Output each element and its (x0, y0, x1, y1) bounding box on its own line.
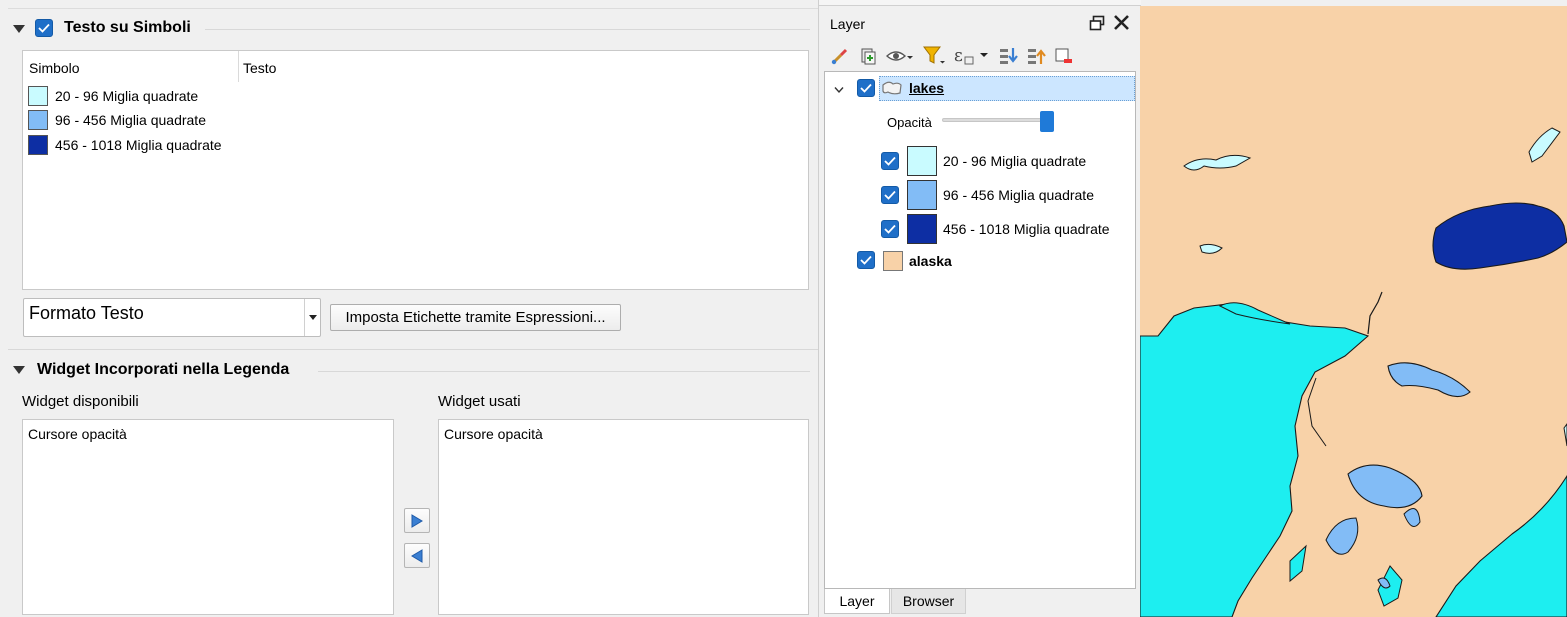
chevron-down-icon (834, 87, 844, 94)
section-divider (8, 349, 818, 350)
filter-expression-button[interactable]: ε (953, 45, 991, 67)
visibility-menu-button[interactable] (885, 45, 915, 67)
expression-icon: ε (954, 46, 988, 66)
expand-all-icon (1000, 48, 1018, 64)
float-dock-button[interactable] (1089, 15, 1105, 34)
symbol-text-table[interactable]: Simbolo Testo 20 - 96 Miglia quadrate 96… (22, 50, 809, 290)
used-widgets-label: Widget usati (438, 393, 521, 410)
list-item[interactable]: Cursore opacità (28, 426, 127, 442)
collapse-arrow-icon[interactable] (13, 366, 25, 374)
map-render (1140, 6, 1567, 617)
opacity-slider-handle[interactable] (1040, 111, 1054, 132)
collapse-all-icon (1028, 49, 1046, 64)
check-icon (38, 23, 50, 33)
remove-layer-button[interactable] (1053, 45, 1075, 67)
layer-visibility-checkbox[interactable] (857, 251, 875, 269)
collapse-arrow-icon[interactable] (13, 25, 25, 33)
expand-toggle[interactable] (834, 81, 844, 97)
table-row[interactable]: 96 - 456 Miglia quadrate (28, 109, 206, 131)
available-widgets-list[interactable]: Cursore opacità (22, 419, 394, 615)
row-label: 456 - 1018 Miglia quadrate (55, 137, 222, 153)
close-icon (1114, 15, 1129, 30)
style-manager-button[interactable] (829, 45, 851, 67)
remove-layer-icon (1055, 48, 1072, 63)
layer-toolbar: ε (829, 45, 1075, 67)
filter-legend-button[interactable] (921, 45, 947, 67)
combo-divider (304, 299, 305, 336)
svg-text:ε: ε (954, 46, 963, 66)
layer-tree[interactable]: lakes Opacità 20 - 96 Miglia quadrate 96… (824, 71, 1136, 589)
column-header-text[interactable]: Testo (243, 60, 276, 76)
close-dock-button[interactable] (1113, 14, 1130, 34)
top-divider (8, 0, 818, 9)
opacity-label: Opacità (887, 115, 932, 130)
column-header-symbol[interactable]: Simbolo (29, 60, 80, 76)
table-row[interactable]: 20 - 96 Miglia quadrate (28, 85, 198, 107)
check-icon (884, 156, 896, 166)
legend-class-label[interactable]: 96 - 456 Miglia quadrate (943, 187, 1094, 203)
dock-top-border (819, 0, 1141, 6)
check-icon (884, 224, 896, 234)
row-label: 96 - 456 Miglia quadrate (55, 112, 206, 128)
section-title-symbol-text: Testo su Simboli (64, 19, 191, 36)
symbol-swatch (28, 110, 48, 130)
check-icon (860, 83, 872, 93)
collapse-all-button[interactable] (1025, 45, 1047, 67)
list-item[interactable]: Cursore opacità (444, 426, 543, 442)
combo-value: Formato Testo (29, 303, 144, 323)
layer-name-lakes[interactable]: lakes (909, 80, 944, 96)
symbol-text-checkbox[interactable] (35, 19, 53, 37)
legend-swatch (907, 180, 937, 210)
paint-brush-icon (831, 48, 848, 65)
class-checkbox[interactable] (881, 186, 899, 204)
add-group-icon (861, 48, 876, 65)
section-rule (205, 29, 810, 30)
map-canvas[interactable] (1140, 6, 1567, 617)
check-icon (860, 255, 872, 265)
layer-properties-panel: Testo su Simboli Simbolo Testo 20 - 96 M… (0, 0, 818, 617)
tab-browser[interactable]: Browser (891, 589, 966, 614)
class-checkbox[interactable] (881, 220, 899, 238)
legend-class-label[interactable]: 20 - 96 Miglia quadrate (943, 153, 1086, 169)
layer-name-alaska[interactable]: alaska (909, 253, 952, 269)
section-title-widgets: Widget Incorporati nella Legenda (37, 361, 290, 378)
row-label: 20 - 96 Miglia quadrate (55, 88, 199, 104)
layer-visibility-checkbox[interactable] (857, 79, 875, 97)
symbol-swatch (28, 135, 48, 155)
text-format-combo[interactable]: Formato Testo (23, 298, 321, 337)
dock-title: Layer (830, 16, 866, 32)
filter-icon (923, 46, 945, 64)
section-rule (318, 371, 810, 372)
legend-swatch (907, 214, 937, 244)
column-divider (238, 51, 239, 82)
legend-class-label[interactable]: 456 - 1018 Miglia quadrate (943, 221, 1110, 237)
opacity-slider[interactable] (942, 118, 1054, 122)
arrow-right-icon (411, 513, 423, 528)
chevron-down-icon[interactable] (309, 315, 317, 320)
add-widget-button[interactable] (404, 508, 430, 533)
expand-all-button[interactable] (997, 45, 1019, 67)
restore-window-icon (1089, 15, 1105, 31)
add-group-button[interactable] (857, 45, 879, 67)
layer-symbol-swatch (883, 251, 903, 271)
symbol-swatch (28, 86, 48, 106)
remove-widget-button[interactable] (404, 543, 430, 568)
eye-icon (886, 51, 913, 61)
legend-swatch (907, 146, 937, 176)
class-checkbox[interactable] (881, 152, 899, 170)
table-row[interactable]: 456 - 1018 Miglia quadrate (28, 134, 222, 156)
check-icon (884, 190, 896, 200)
tab-layer[interactable]: Layer (824, 589, 890, 614)
polygon-layer-icon (881, 80, 903, 100)
label-by-expression-button[interactable]: Imposta Etichette tramite Espressioni... (330, 304, 621, 331)
used-widgets-list[interactable]: Cursore opacità (438, 419, 809, 615)
arrow-left-icon (411, 548, 423, 563)
layer-dock: Layer ε lakes Opacità 20 - 96 Miglia qua… (818, 0, 1141, 617)
available-widgets-label: Widget disponibili (22, 393, 139, 410)
